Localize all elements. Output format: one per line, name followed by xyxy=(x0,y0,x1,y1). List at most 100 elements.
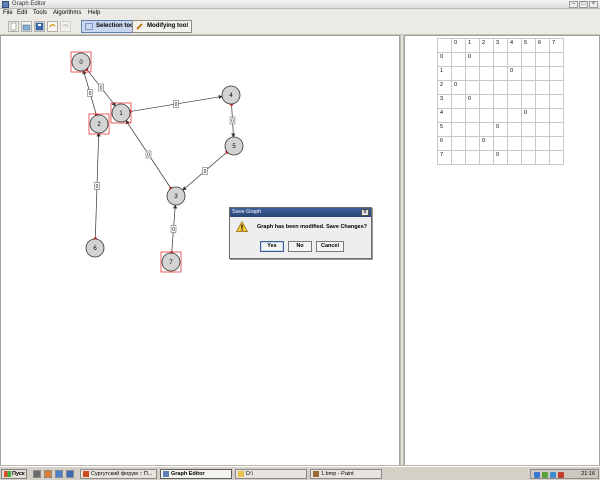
matrix-cell[interactable] xyxy=(493,66,508,81)
dialog-close-button[interactable]: x xyxy=(361,209,369,216)
matrix-cell[interactable] xyxy=(507,122,522,137)
quicklaunch-explorer-icon[interactable] xyxy=(66,470,74,478)
matrix-cell[interactable] xyxy=(493,80,508,95)
matrix-cell[interactable] xyxy=(451,122,466,137)
matrix-cell[interactable] xyxy=(535,150,550,165)
matrix-cell[interactable] xyxy=(535,80,550,95)
matrix-cell[interactable] xyxy=(479,66,494,81)
matrix-cell[interactable]: 0 xyxy=(521,108,536,123)
close-window-button[interactable]: × xyxy=(589,1,598,8)
antivirus-icon[interactable] xyxy=(550,472,556,478)
matrix-cell[interactable] xyxy=(535,94,550,109)
dialog-title-bar: Save Graph xyxy=(230,208,371,217)
menu-edit[interactable]: Edit xyxy=(17,9,27,18)
matrix-cell[interactable] xyxy=(465,108,480,123)
start-button[interactable]: Пуск xyxy=(1,469,27,479)
matrix-cell[interactable]: 0 xyxy=(493,150,508,165)
matrix-cell[interactable] xyxy=(535,66,550,81)
quicklaunch-app-icon[interactable] xyxy=(44,470,52,478)
dialog-message: Graph has been modified. Save Changes? xyxy=(257,224,368,230)
matrix-cell[interactable]: 0 xyxy=(465,94,480,109)
new-file-icon[interactable] xyxy=(8,21,19,32)
volume-icon[interactable] xyxy=(542,472,548,478)
matrix-cell[interactable] xyxy=(507,150,522,165)
matrix-cell[interactable] xyxy=(465,136,480,151)
task-explorer[interactable]: D:\ xyxy=(235,469,307,479)
matrix-cell[interactable] xyxy=(479,52,494,67)
matrix-cell[interactable] xyxy=(451,52,466,67)
matrix-cell[interactable] xyxy=(465,80,480,95)
matrix-cell[interactable]: 0 xyxy=(479,136,494,151)
matrix-cell[interactable] xyxy=(521,52,536,67)
cancel-button[interactable]: Cancel xyxy=(316,241,344,252)
menu-help[interactable]: Help xyxy=(88,9,100,18)
matrix-cell[interactable]: 0 xyxy=(451,80,466,95)
matrix-cell[interactable] xyxy=(521,150,536,165)
matrix-cell[interactable] xyxy=(479,108,494,123)
adjacency-matrix-panel: 012345670010203040506070 xyxy=(404,35,600,466)
quicklaunch-desktop-icon[interactable] xyxy=(33,470,41,478)
matrix-cell[interactable] xyxy=(549,94,564,109)
matrix-cell[interactable] xyxy=(521,94,536,109)
matrix-cell[interactable] xyxy=(549,136,564,151)
maximize-button[interactable]: □ xyxy=(579,1,588,8)
matrix-cell[interactable] xyxy=(507,80,522,95)
network-icon[interactable] xyxy=(534,472,540,478)
matrix-cell[interactable] xyxy=(535,108,550,123)
open-file-icon[interactable] xyxy=(21,21,32,32)
matrix-cell[interactable] xyxy=(549,122,564,137)
matrix-cell[interactable] xyxy=(535,52,550,67)
matrix-cell[interactable] xyxy=(549,108,564,123)
modifying-tool-label: Modifying tool xyxy=(147,23,188,29)
security-icon[interactable] xyxy=(558,472,564,478)
save-icon[interactable] xyxy=(34,21,45,32)
modifying-tool-button[interactable]: Modifying tool xyxy=(132,20,192,33)
matrix-cell[interactable] xyxy=(507,136,522,151)
menu-algorithms[interactable]: Algorithms xyxy=(53,9,81,18)
matrix-cell[interactable]: 0 xyxy=(493,122,508,137)
matrix-cell[interactable] xyxy=(493,136,508,151)
matrix-cell[interactable] xyxy=(507,52,522,67)
matrix-cell[interactable] xyxy=(549,150,564,165)
matrix-cell[interactable] xyxy=(451,94,466,109)
quicklaunch-browser-icon[interactable] xyxy=(55,470,63,478)
matrix-cell[interactable] xyxy=(507,108,522,123)
selection-tool-button[interactable]: Selection tool xyxy=(81,20,140,33)
matrix-cell[interactable] xyxy=(521,66,536,81)
matrix-cell[interactable] xyxy=(479,94,494,109)
menu-file[interactable]: File xyxy=(3,9,13,18)
matrix-cell[interactable] xyxy=(479,122,494,137)
matrix-cell[interactable]: 0 xyxy=(465,52,480,67)
task-forum[interactable]: Сургутский форум :: П... xyxy=(80,469,157,479)
no-button[interactable]: No xyxy=(288,241,312,252)
matrix-cell[interactable] xyxy=(479,150,494,165)
matrix-cell[interactable] xyxy=(451,136,466,151)
matrix-cell[interactable] xyxy=(451,108,466,123)
matrix-cell[interactable] xyxy=(493,94,508,109)
matrix-cell[interactable] xyxy=(549,52,564,67)
matrix-cell[interactable] xyxy=(465,66,480,81)
matrix-cell[interactable] xyxy=(521,136,536,151)
matrix-cell[interactable] xyxy=(451,150,466,165)
minimize-button[interactable]: – xyxy=(569,1,578,8)
matrix-cell[interactable] xyxy=(521,80,536,95)
matrix-cell[interactable] xyxy=(521,122,536,137)
matrix-cell[interactable] xyxy=(465,122,480,137)
undo-icon[interactable] xyxy=(47,21,58,32)
matrix-cell[interactable] xyxy=(479,80,494,95)
redo-icon[interactable] xyxy=(60,21,71,32)
matrix-cell[interactable] xyxy=(549,80,564,95)
matrix-cell[interactable] xyxy=(535,136,550,151)
menu-tools[interactable]: Tools xyxy=(33,9,47,18)
matrix-cell[interactable] xyxy=(535,122,550,137)
matrix-cell[interactable] xyxy=(451,66,466,81)
matrix-cell[interactable]: 0 xyxy=(507,66,522,81)
matrix-cell[interactable] xyxy=(493,108,508,123)
matrix-cell[interactable] xyxy=(549,66,564,81)
yes-button[interactable]: Yes xyxy=(260,241,284,252)
task-paint[interactable]: 1.bmp - Paint xyxy=(310,469,382,479)
matrix-cell[interactable] xyxy=(493,52,508,67)
matrix-cell[interactable] xyxy=(507,94,522,109)
task-graph-editor[interactable]: Graph Editor xyxy=(160,469,232,479)
matrix-cell[interactable] xyxy=(465,150,480,165)
